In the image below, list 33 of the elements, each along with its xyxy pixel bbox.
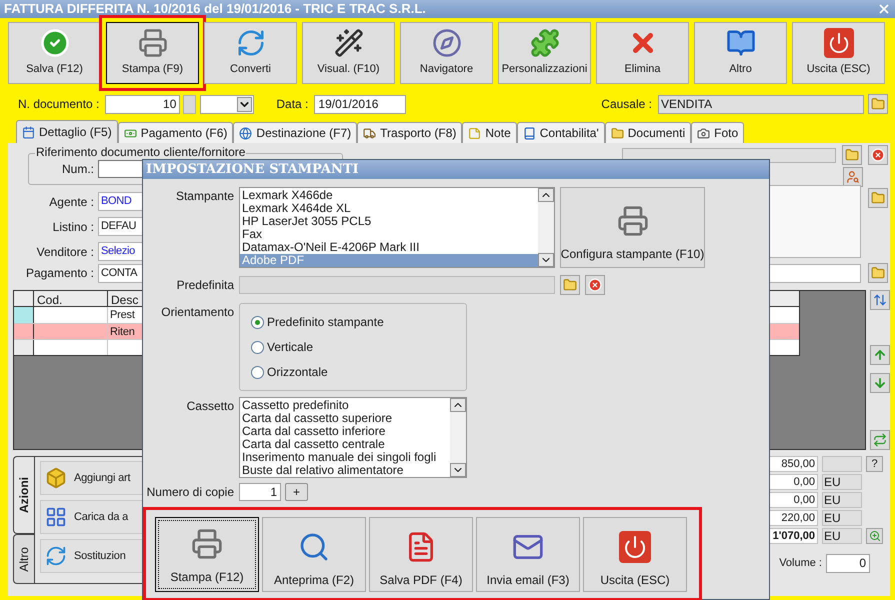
- field-label: Num.:: [62, 161, 94, 178]
- field-label: Causale :: [601, 96, 652, 113]
- total-field: 220,00: [768, 510, 818, 526]
- currency-field: EU: [822, 510, 862, 526]
- currency-field: EU: [822, 492, 862, 508]
- field-label: Orientamento: [160, 304, 234, 321]
- field-label: Agente :: [48, 194, 94, 210]
- total-field: 0,00: [768, 492, 818, 508]
- field-label: Numero di copie: [146, 484, 234, 501]
- radio-label: Predefinito stampante: [267, 314, 384, 331]
- table-cell-text: Prest: [109, 308, 135, 323]
- currency-field: EU: [822, 528, 862, 544]
- field-label: Listino :: [52, 218, 94, 236]
- total-field: 0,00: [768, 474, 818, 490]
- group-legend: Riferimento documento cliente/fornitore: [35, 145, 246, 159]
- column-header: Desc: [110, 292, 140, 306]
- field-label: N. documento :: [18, 96, 100, 113]
- total-field: 850,00: [768, 456, 818, 472]
- field-label: Cassetto: [186, 398, 234, 415]
- radio-label: Verticale: [267, 339, 314, 356]
- field-label: Data :: [276, 96, 308, 113]
- window-title: FATTURA DIFFERITA N. 10/2016 del 19/01/2016 - TRIC E TRAC S.R.L.: [4, 0, 426, 18]
- column-header: Cod.: [34, 291, 108, 306]
- field-label: Predefinita: [176, 277, 234, 294]
- dialog-title: IMPOSTAZIONE STAMPANTI: [146, 160, 359, 179]
- field-label: Venditore :: [36, 244, 94, 260]
- field-label: Stampante: [174, 188, 234, 205]
- total-field: 1'070,00: [768, 528, 818, 544]
- field-label: Volume :: [779, 556, 822, 572]
- field-label: Pagamento :: [24, 265, 94, 282]
- radio-label: Orizzontale: [267, 364, 328, 381]
- currency-field: EU: [822, 474, 862, 490]
- table-cell-text: Riten: [109, 325, 135, 339]
